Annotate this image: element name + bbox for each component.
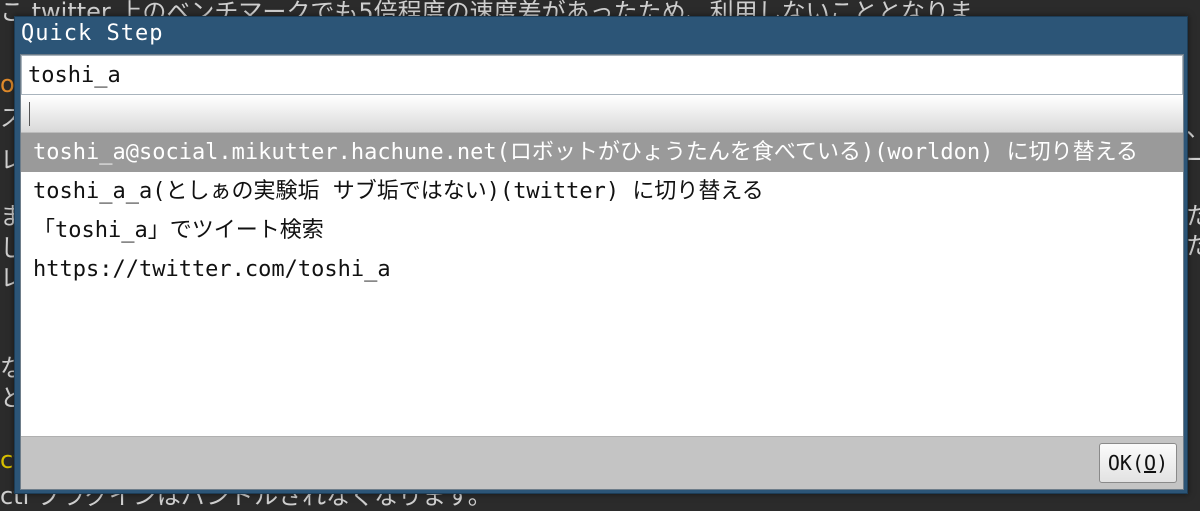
result-item-open-url[interactable]: https://twitter.com/toshi_a xyxy=(21,250,1183,289)
ok-mnemonic: O xyxy=(1144,451,1157,475)
background-right-fragment-2: た xyxy=(1186,232,1200,260)
background-right-fragment-3: ー xyxy=(1186,146,1200,174)
background-right-fragment-0: 、 xyxy=(1186,108,1200,143)
ok-button[interactable]: OK(O) xyxy=(1099,443,1177,483)
text-cursor xyxy=(29,102,30,126)
result-item-switch-twitter[interactable]: toshi_a_a(としぁの実験垢 サブ垢ではない)(twitter) に切り替… xyxy=(21,172,1183,211)
dialog-footer: OK(O) xyxy=(21,436,1183,489)
ok-label-suffix: ) xyxy=(1156,451,1169,475)
dialog-title[interactable]: Quick Step xyxy=(15,17,1187,53)
search-input[interactable] xyxy=(21,55,1183,95)
result-item-switch-worldon[interactable]: toshi_a@social.mikutter.hachune.net(ロボット… xyxy=(21,133,1183,172)
ok-label-prefix: OK( xyxy=(1107,451,1145,475)
quick-step-dialog: Quick Step toshi_a@social.mikutter.hachu… xyxy=(14,16,1188,494)
result-item-tweet-search[interactable]: 「toshi_a」でツイート検索 xyxy=(21,211,1183,250)
dialog-content: toshi_a@social.mikutter.hachune.net(ロボット… xyxy=(20,54,1184,490)
results-list: toshi_a@social.mikutter.hachune.net(ロボット… xyxy=(21,133,1183,435)
completion-bar[interactable] xyxy=(21,96,1183,133)
